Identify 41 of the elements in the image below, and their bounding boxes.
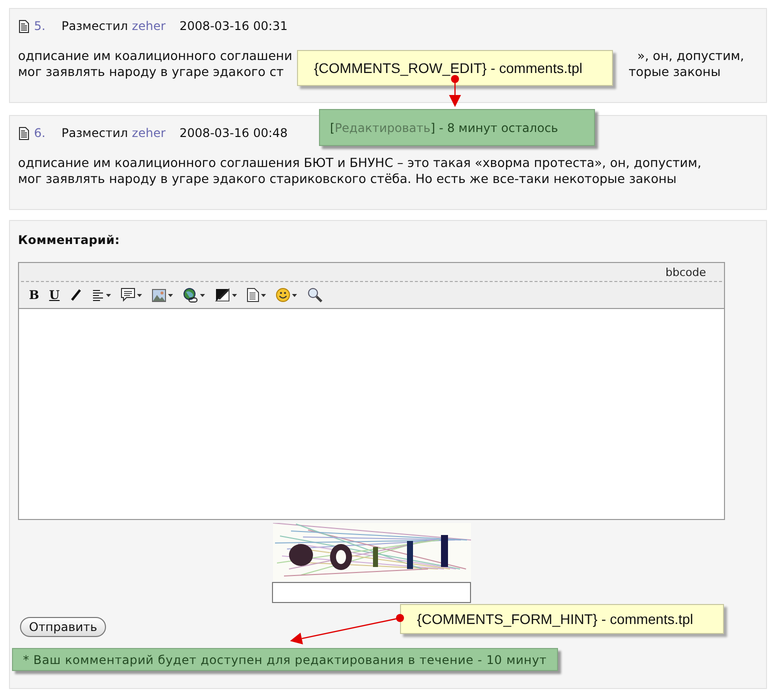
search-icon <box>306 287 323 303</box>
edit-link[interactable]: Редактировать <box>334 120 430 134</box>
comment-text: одписание им коалиционного соглашения БЮТ и БНУНС – это такая «хворма протеста», он, допустим, <box>18 155 702 171</box>
document-icon <box>18 20 30 32</box>
editor-mode-label: bbcode <box>664 265 707 281</box>
speech-bubble-icon <box>120 288 135 302</box>
image-icon <box>152 288 166 302</box>
align-lines-icon <box>92 289 104 301</box>
comment-field[interactable] <box>19 308 724 519</box>
smiley-icon <box>276 288 290 302</box>
smiley-button[interactable] <box>274 285 299 305</box>
edit-hint-note: * Ваш комментарий будет доступен для редактирования в течение - 10 минут <box>12 648 558 671</box>
template-callout: {COMMENTS_FORM_HINT} - comments.tpl <box>400 604 724 634</box>
italic-icon <box>70 289 82 301</box>
comment-text: одписание им коалиционного соглашени <box>18 48 292 64</box>
submit-button[interactable]: Отправить <box>20 617 106 637</box>
author-link[interactable]: zeher <box>132 19 166 33</box>
link-button[interactable] <box>180 285 207 305</box>
globe-icon <box>182 288 198 302</box>
comment-date: 2008-03-16 00:48 <box>180 126 288 140</box>
author-link[interactable]: zeher <box>132 126 166 140</box>
comment-text: », он, допустим, <box>637 48 744 64</box>
posted-label: Разместил <box>61 126 128 140</box>
document-icon <box>246 288 259 302</box>
captcha-field[interactable] <box>272 582 471 603</box>
comment-date: 2008-03-16 00:31 <box>180 19 288 33</box>
underline-button[interactable]: U <box>47 285 62 305</box>
document-button[interactable] <box>244 285 268 305</box>
pointer-arrow <box>449 75 461 107</box>
comment-text: мог заявлять народу в угаре эдакого ст <box>18 64 284 80</box>
comment-number[interactable]: 5. <box>34 19 46 33</box>
document-icon <box>18 126 30 140</box>
posted-label: Разместил <box>61 19 128 33</box>
comment-text: торые законы <box>628 64 721 80</box>
bold-button[interactable]: B <box>27 285 42 305</box>
form-title: Комментарий: <box>18 233 121 249</box>
comment-number[interactable]: 6. <box>34 126 46 140</box>
template-callout: {COMMENTS_ROW_EDIT} - comments.tpl <box>297 50 613 86</box>
edit-note: [Редактировать] - 8 минут осталось <box>319 109 595 146</box>
pen-icon <box>214 288 230 302</box>
comment-text: мог заявлять народу в угаре эдакого стариковского стёба. Но есть же все-таки некоторые законы <box>18 171 677 187</box>
